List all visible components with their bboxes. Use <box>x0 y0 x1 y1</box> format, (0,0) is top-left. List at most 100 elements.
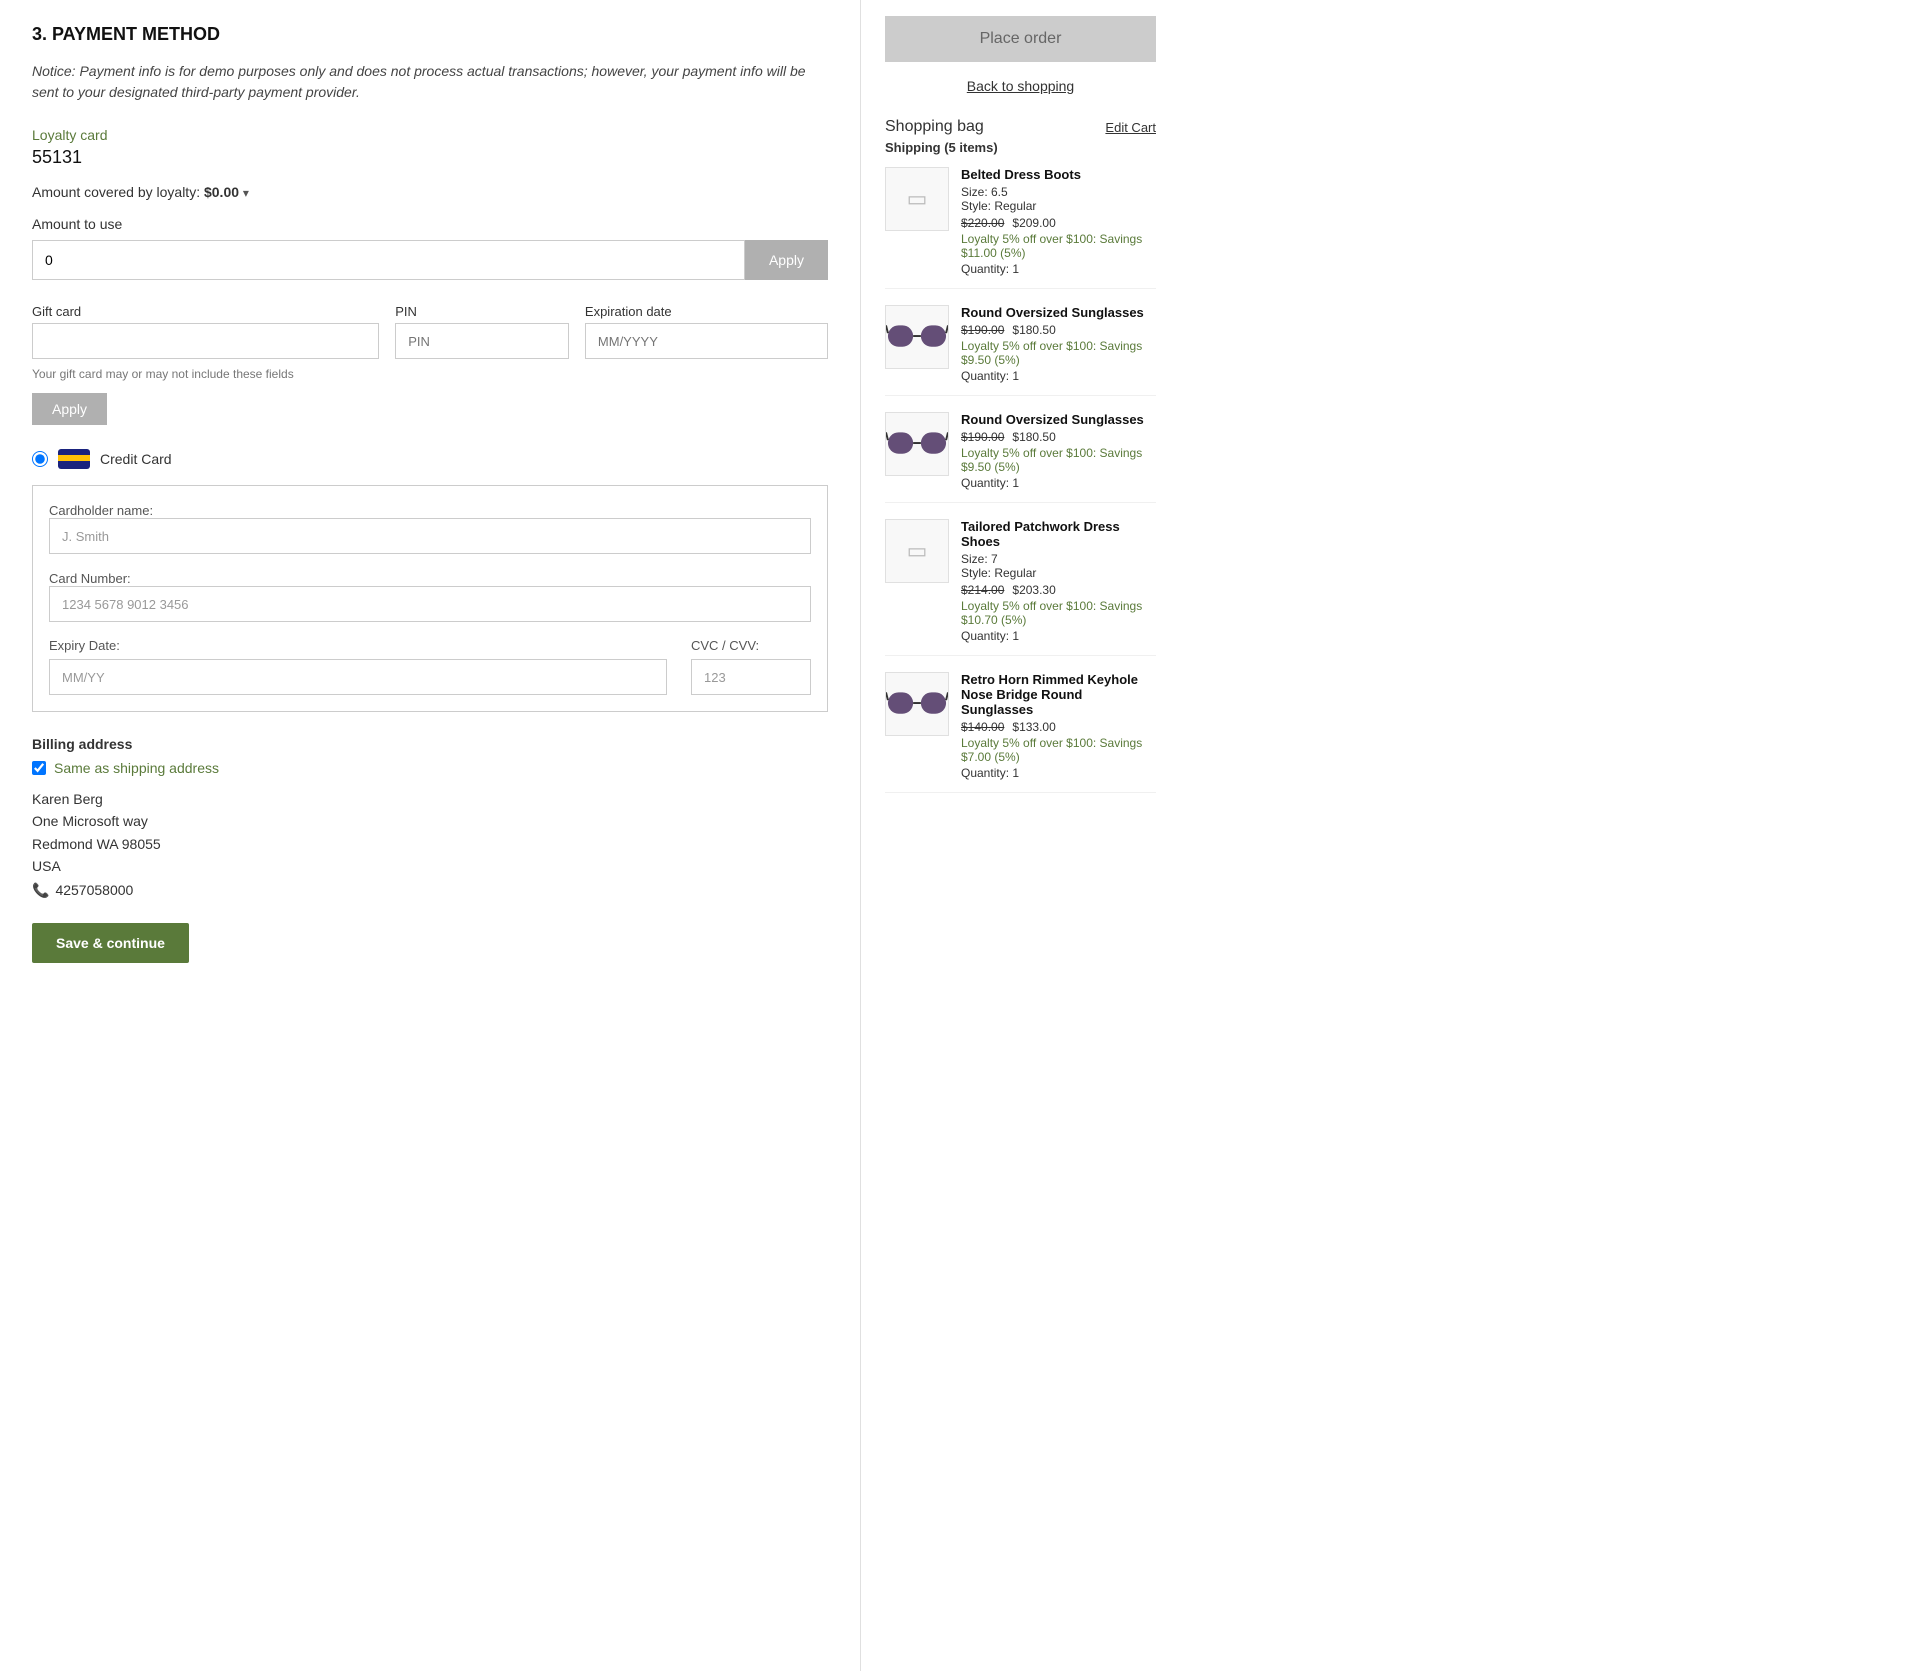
gift-card-apply-button[interactable]: Apply <box>32 393 107 425</box>
expiration-input[interactable] <box>585 323 828 359</box>
cart-item: ▭ Tailored Patchwork Dress Shoes Size: 7… <box>885 519 1156 656</box>
back-to-shopping: Back to shopping <box>885 78 1156 94</box>
item-image: ▭ <box>885 519 949 583</box>
price-original: $214.00 <box>961 583 1004 597</box>
billing-address-section: Billing address Same as shipping address… <box>32 736 828 899</box>
item-details: Tailored Patchwork Dress Shoes Size: 7 S… <box>961 519 1156 643</box>
cardholder-label: Cardholder name: <box>49 503 153 518</box>
credit-card-icon <box>58 449 90 469</box>
item-style: Style: Regular <box>961 199 1156 213</box>
loyalty-savings: Loyalty 5% off over $100: Savings $11.00… <box>961 232 1156 260</box>
price-sale: $203.30 <box>1012 583 1055 597</box>
price-original: $140.00 <box>961 720 1004 734</box>
notice-text: Notice: Payment info is for demo purpose… <box>32 61 828 103</box>
item-size: Size: 6.5 <box>961 185 1156 199</box>
cvv-label: CVC / CVV: <box>691 638 811 653</box>
save-continue-button[interactable]: Save & continue <box>32 923 189 963</box>
loyalty-apply-button[interactable]: Apply <box>745 240 828 280</box>
price-row: $214.00 $203.30 <box>961 583 1156 597</box>
billing-address: Karen Berg One Microsoft way Redmond WA … <box>32 788 828 878</box>
item-image <box>885 672 949 736</box>
billing-phone: 4257058000 <box>55 882 133 898</box>
gift-card-input[interactable] <box>32 323 379 359</box>
item-style: Style: Regular <box>961 566 1156 580</box>
expiry-input[interactable] <box>49 659 667 695</box>
expiry-label: Expiry Date: <box>49 638 667 653</box>
item-details: Retro Horn Rimmed Keyhole Nose Bridge Ro… <box>961 672 1156 780</box>
cart-item: ▭ Belted Dress Boots Size: 6.5 Style: Re… <box>885 167 1156 289</box>
loyalty-savings: Loyalty 5% off over $100: Savings $7.00 … <box>961 736 1156 764</box>
billing-address-line1: One Microsoft way <box>32 810 828 832</box>
loyalty-label: Loyalty card <box>32 127 828 143</box>
cart-item: Round Oversized Sunglasses $190.00 $180.… <box>885 412 1156 503</box>
item-name: Tailored Patchwork Dress Shoes <box>961 519 1156 549</box>
amount-covered: Amount covered by loyalty: $0.00 ▾ <box>32 184 828 200</box>
price-row: $190.00 $180.50 <box>961 323 1156 337</box>
pin-input[interactable] <box>395 323 569 359</box>
sidebar: Place order Back to shopping Shopping ba… <box>860 0 1180 1671</box>
price-sale: $180.50 <box>1012 323 1055 337</box>
billing-title: Billing address <box>32 736 828 752</box>
item-image <box>885 412 949 476</box>
item-image <box>885 305 949 369</box>
gift-card-section: Gift card PIN Expiration date Your gift … <box>32 304 828 449</box>
cart-item: Round Oversized Sunglasses $190.00 $180.… <box>885 305 1156 396</box>
item-details: Round Oversized Sunglasses $190.00 $180.… <box>961 305 1156 383</box>
cvv-input[interactable] <box>691 659 811 695</box>
credit-card-form: Cardholder name: Card Number: Expiry Dat… <box>32 485 828 712</box>
card-number-input[interactable] <box>49 586 811 622</box>
price-row: $140.00 $133.00 <box>961 720 1156 734</box>
item-qty: Quantity: 1 <box>961 262 1156 276</box>
cart-item: Retro Horn Rimmed Keyhole Nose Bridge Ro… <box>885 672 1156 793</box>
price-original: $220.00 <box>961 216 1004 230</box>
image-placeholder-icon: ▭ <box>907 538 928 564</box>
item-name: Belted Dress Boots <box>961 167 1156 182</box>
credit-card-option: Credit Card <box>32 449 828 469</box>
item-name: Round Oversized Sunglasses <box>961 412 1156 427</box>
price-row: $190.00 $180.50 <box>961 430 1156 444</box>
item-name: Round Oversized Sunglasses <box>961 305 1156 320</box>
pin-label: PIN <box>395 304 569 319</box>
image-placeholder-icon: ▭ <box>907 186 928 212</box>
item-qty: Quantity: 1 <box>961 629 1156 643</box>
price-sale: $209.00 <box>1012 216 1055 230</box>
shipping-label: Shipping (5 items) <box>885 140 1156 155</box>
place-order-button[interactable]: Place order <box>885 16 1156 62</box>
amount-covered-dropdown[interactable]: ▾ <box>243 186 249 200</box>
loyalty-card-section: Loyalty card 55131 Amount covered by loy… <box>32 127 828 280</box>
same-as-shipping-label: Same as shipping address <box>54 760 219 776</box>
gift-card-hint: Your gift card may or may not include th… <box>32 367 828 381</box>
item-size: Size: 7 <box>961 552 1156 566</box>
cardholder-input[interactable] <box>49 518 811 554</box>
billing-name: Karen Berg <box>32 788 828 810</box>
loyalty-savings: Loyalty 5% off over $100: Savings $10.70… <box>961 599 1156 627</box>
item-qty: Quantity: 1 <box>961 476 1156 490</box>
edit-cart-link[interactable]: Edit Cart <box>1105 120 1156 135</box>
price-original: $190.00 <box>961 430 1004 444</box>
credit-card-radio[interactable] <box>32 451 48 467</box>
phone-icon: 📞 <box>32 882 49 899</box>
amount-to-use-input[interactable] <box>32 240 745 280</box>
item-image: ▭ <box>885 167 949 231</box>
shopping-bag-title: Shopping bag <box>885 118 984 136</box>
item-qty: Quantity: 1 <box>961 766 1156 780</box>
section-title: 3. PAYMENT METHOD <box>32 24 828 45</box>
back-to-shopping-link[interactable]: Back to shopping <box>967 78 1074 94</box>
same-as-shipping-checkbox[interactable] <box>32 761 46 775</box>
loyalty-number: 55131 <box>32 147 828 168</box>
item-details: Belted Dress Boots Size: 6.5 Style: Regu… <box>961 167 1156 276</box>
billing-phone-row: 📞 4257058000 <box>32 882 828 899</box>
credit-card-label: Credit Card <box>100 451 172 467</box>
card-number-label: Card Number: <box>49 571 131 586</box>
expiration-label: Expiration date <box>585 304 828 319</box>
credit-card-form-scrollable[interactable]: Cardholder name: Card Number: Expiry Dat… <box>33 486 827 711</box>
shopping-bag-header: Shopping bag Edit Cart <box>885 118 1156 136</box>
price-sale: $133.00 <box>1012 720 1055 734</box>
cart-items-container: ▭ Belted Dress Boots Size: 6.5 Style: Re… <box>885 167 1156 793</box>
item-qty: Quantity: 1 <box>961 369 1156 383</box>
item-details: Round Oversized Sunglasses $190.00 $180.… <box>961 412 1156 490</box>
price-row: $220.00 $209.00 <box>961 216 1156 230</box>
loyalty-savings: Loyalty 5% off over $100: Savings $9.50 … <box>961 446 1156 474</box>
price-sale: $180.50 <box>1012 430 1055 444</box>
amount-to-use-label: Amount to use <box>32 216 828 232</box>
